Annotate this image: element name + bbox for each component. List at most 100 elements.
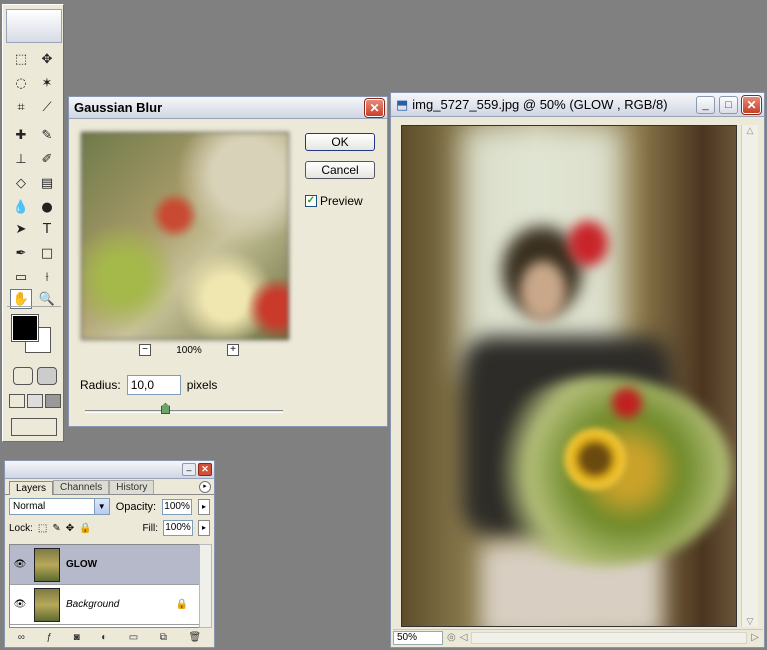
checkmark-icon[interactable]: ✓ bbox=[305, 195, 317, 207]
layer-row-glow[interactable]: 👁 GLOW bbox=[10, 545, 202, 585]
vertical-scrollbar[interactable]: △ ▽ bbox=[741, 125, 758, 627]
foreground-color-swatch[interactable] bbox=[11, 314, 39, 342]
radius-row: Radius: pixels bbox=[80, 375, 217, 395]
gaussian-blur-dialog: Gaussian Blur ✕ − 100% + OK Cancel ✓ Pre… bbox=[68, 96, 388, 427]
adjustment-layer-icon[interactable]: ◐ bbox=[101, 632, 107, 643]
clone-stamp-tool-icon[interactable]: ⊥ bbox=[10, 149, 32, 169]
magic-wand-tool-icon[interactable]: ✶ bbox=[36, 73, 58, 93]
close-icon[interactable]: ✕ bbox=[198, 463, 212, 476]
dodge-tool-icon[interactable]: ● bbox=[36, 197, 58, 217]
layer-list-scrollbar[interactable] bbox=[199, 544, 212, 628]
tab-history[interactable]: History bbox=[109, 480, 155, 494]
screen-mode-standard-icon[interactable] bbox=[9, 394, 25, 408]
blend-mode-select[interactable]: Normal ▼ bbox=[9, 498, 110, 515]
path-selection-tool-icon[interactable]: ➤ bbox=[10, 219, 32, 239]
close-icon[interactable]: ✕ bbox=[741, 94, 762, 115]
link-layers-icon[interactable]: ∞ bbox=[18, 632, 25, 643]
crop-tool-icon[interactable]: ⌗ bbox=[10, 97, 32, 117]
tab-channels[interactable]: Channels bbox=[53, 480, 110, 494]
lock-label: Lock: bbox=[9, 522, 33, 534]
layer-style-icon[interactable]: ƒ bbox=[46, 632, 52, 643]
canvas-red-flower bbox=[568, 221, 608, 266]
image-canvas[interactable] bbox=[401, 125, 737, 627]
blend-mode-value: Normal bbox=[13, 501, 46, 512]
canvas-sunflower bbox=[562, 426, 628, 492]
document-status-bar: 50% ◎ ◁ ▷ bbox=[393, 629, 763, 645]
screen-mode-full-menu-icon[interactable] bbox=[27, 394, 43, 408]
layer-list: 👁 GLOW 👁 Background 🔒 bbox=[9, 544, 203, 628]
quick-mask-mode-icon[interactable] bbox=[37, 367, 57, 385]
lock-transparency-icon[interactable]: ⬚ bbox=[38, 523, 47, 534]
notes-tool-icon[interactable]: ▭ bbox=[10, 267, 32, 287]
jump-to-imageready-icon[interactable] bbox=[11, 418, 57, 436]
preview-zoom-level: 100% bbox=[176, 344, 202, 356]
photoshop-feather-icon[interactable] bbox=[6, 9, 62, 43]
close-icon[interactable]: ✕ bbox=[364, 97, 385, 118]
fill-slider-icon[interactable]: ▸ bbox=[198, 520, 210, 536]
new-layer-icon[interactable]: ⧉ bbox=[160, 632, 167, 643]
lock-pixels-icon[interactable]: ✎ bbox=[52, 523, 60, 534]
screen-mode-full-icon[interactable] bbox=[45, 394, 61, 408]
shape-tool-icon[interactable]: □ bbox=[36, 243, 58, 263]
maximize-icon[interactable]: □ bbox=[719, 95, 738, 114]
type-tool-icon[interactable]: T bbox=[36, 219, 58, 239]
scroll-up-icon[interactable]: △ bbox=[742, 125, 758, 136]
blur-preview-image[interactable] bbox=[81, 132, 289, 340]
gradient-tool-icon[interactable]: ▤ bbox=[36, 173, 58, 193]
zoom-out-icon[interactable]: − bbox=[139, 344, 151, 356]
radius-slider-track[interactable] bbox=[85, 410, 283, 413]
pen-tool-icon[interactable]: ✒ bbox=[10, 243, 32, 263]
navigator-icon[interactable]: ◎ bbox=[447, 632, 456, 643]
marquee-tool-icon[interactable]: ⬚ bbox=[10, 49, 32, 69]
trash-icon[interactable]: 🗑 bbox=[188, 632, 201, 643]
eyedropper-tool-icon[interactable]: ⟊ bbox=[36, 267, 58, 287]
preview-zoom-controls: − 100% + bbox=[139, 344, 239, 356]
lasso-tool-icon[interactable]: ◌ bbox=[10, 73, 32, 93]
radius-slider-thumb[interactable] bbox=[161, 403, 170, 414]
minimize-icon[interactable]: – bbox=[182, 463, 196, 476]
layers-bottom-toolbar: ∞ ƒ ◙ ◐ ▭ ⧉ 🗑 bbox=[7, 629, 212, 645]
visibility-eye-icon[interactable]: 👁 bbox=[10, 599, 30, 610]
brush-tool-icon[interactable]: ✎ bbox=[36, 125, 58, 145]
lock-all-icon[interactable]: 🔒 bbox=[79, 523, 91, 534]
slice-tool-icon[interactable]: ⟋ bbox=[36, 97, 58, 117]
visibility-eye-icon[interactable]: 👁 bbox=[10, 559, 30, 570]
scroll-down-icon[interactable]: ▽ bbox=[742, 616, 758, 627]
healing-brush-tool-icon[interactable]: ✚ bbox=[10, 125, 32, 145]
tab-layers[interactable]: Layers bbox=[9, 481, 54, 495]
layer-name: Background bbox=[66, 599, 120, 610]
layers-palette: – ✕ Layers Channels History ▸ Normal ▼ O… bbox=[4, 460, 215, 648]
history-brush-tool-icon[interactable]: ✐ bbox=[36, 149, 58, 169]
minimize-icon[interactable]: _ bbox=[696, 95, 715, 114]
canvas-red-flower-2 bbox=[612, 388, 642, 418]
palette-menu-icon[interactable]: ▸ bbox=[199, 481, 211, 493]
layer-thumbnail bbox=[34, 547, 60, 582]
divider bbox=[7, 306, 61, 307]
zoom-field[interactable]: 50% bbox=[393, 630, 443, 645]
radius-input[interactable] bbox=[126, 375, 181, 395]
radius-label: Radius: bbox=[80, 378, 121, 392]
blur-tool-icon[interactable]: 💧 bbox=[10, 197, 32, 217]
layer-mask-icon[interactable]: ◙ bbox=[74, 632, 80, 643]
preview-checkbox[interactable]: ✓ Preview bbox=[305, 194, 363, 208]
layer-lock-icon: 🔒 bbox=[175, 599, 188, 610]
opacity-slider-icon[interactable]: ▸ bbox=[198, 498, 210, 515]
move-tool-icon[interactable]: ✥ bbox=[36, 49, 58, 69]
scroll-left-icon[interactable]: ◁ bbox=[460, 632, 468, 643]
opacity-input[interactable]: 100% bbox=[162, 498, 193, 515]
ok-button[interactable]: OK bbox=[305, 133, 375, 151]
lock-position-icon[interactable]: ✥ bbox=[66, 523, 74, 534]
cancel-button[interactable]: Cancel bbox=[305, 161, 375, 179]
new-group-icon[interactable]: ▭ bbox=[129, 632, 138, 643]
document-title: img_5727_559.jpg @ 50% (GLOW , RGB/8) bbox=[412, 97, 668, 112]
horizontal-scrollbar[interactable] bbox=[471, 631, 748, 644]
chevron-down-icon[interactable]: ▼ bbox=[93, 499, 109, 514]
zoom-in-icon[interactable]: + bbox=[226, 344, 239, 356]
palette-tabs: Layers Channels History ▸ bbox=[5, 479, 214, 495]
standard-mode-icon[interactable] bbox=[13, 367, 33, 385]
document-titlebar: ⬒ img_5727_559.jpg @ 50% (GLOW , RGB/8) … bbox=[391, 93, 764, 117]
fill-input[interactable]: 100% bbox=[163, 520, 193, 536]
layer-row-background[interactable]: 👁 Background 🔒 bbox=[10, 585, 202, 625]
scroll-right-icon[interactable]: ▷ bbox=[751, 632, 759, 643]
eraser-tool-icon[interactable]: ◇ bbox=[10, 173, 32, 193]
